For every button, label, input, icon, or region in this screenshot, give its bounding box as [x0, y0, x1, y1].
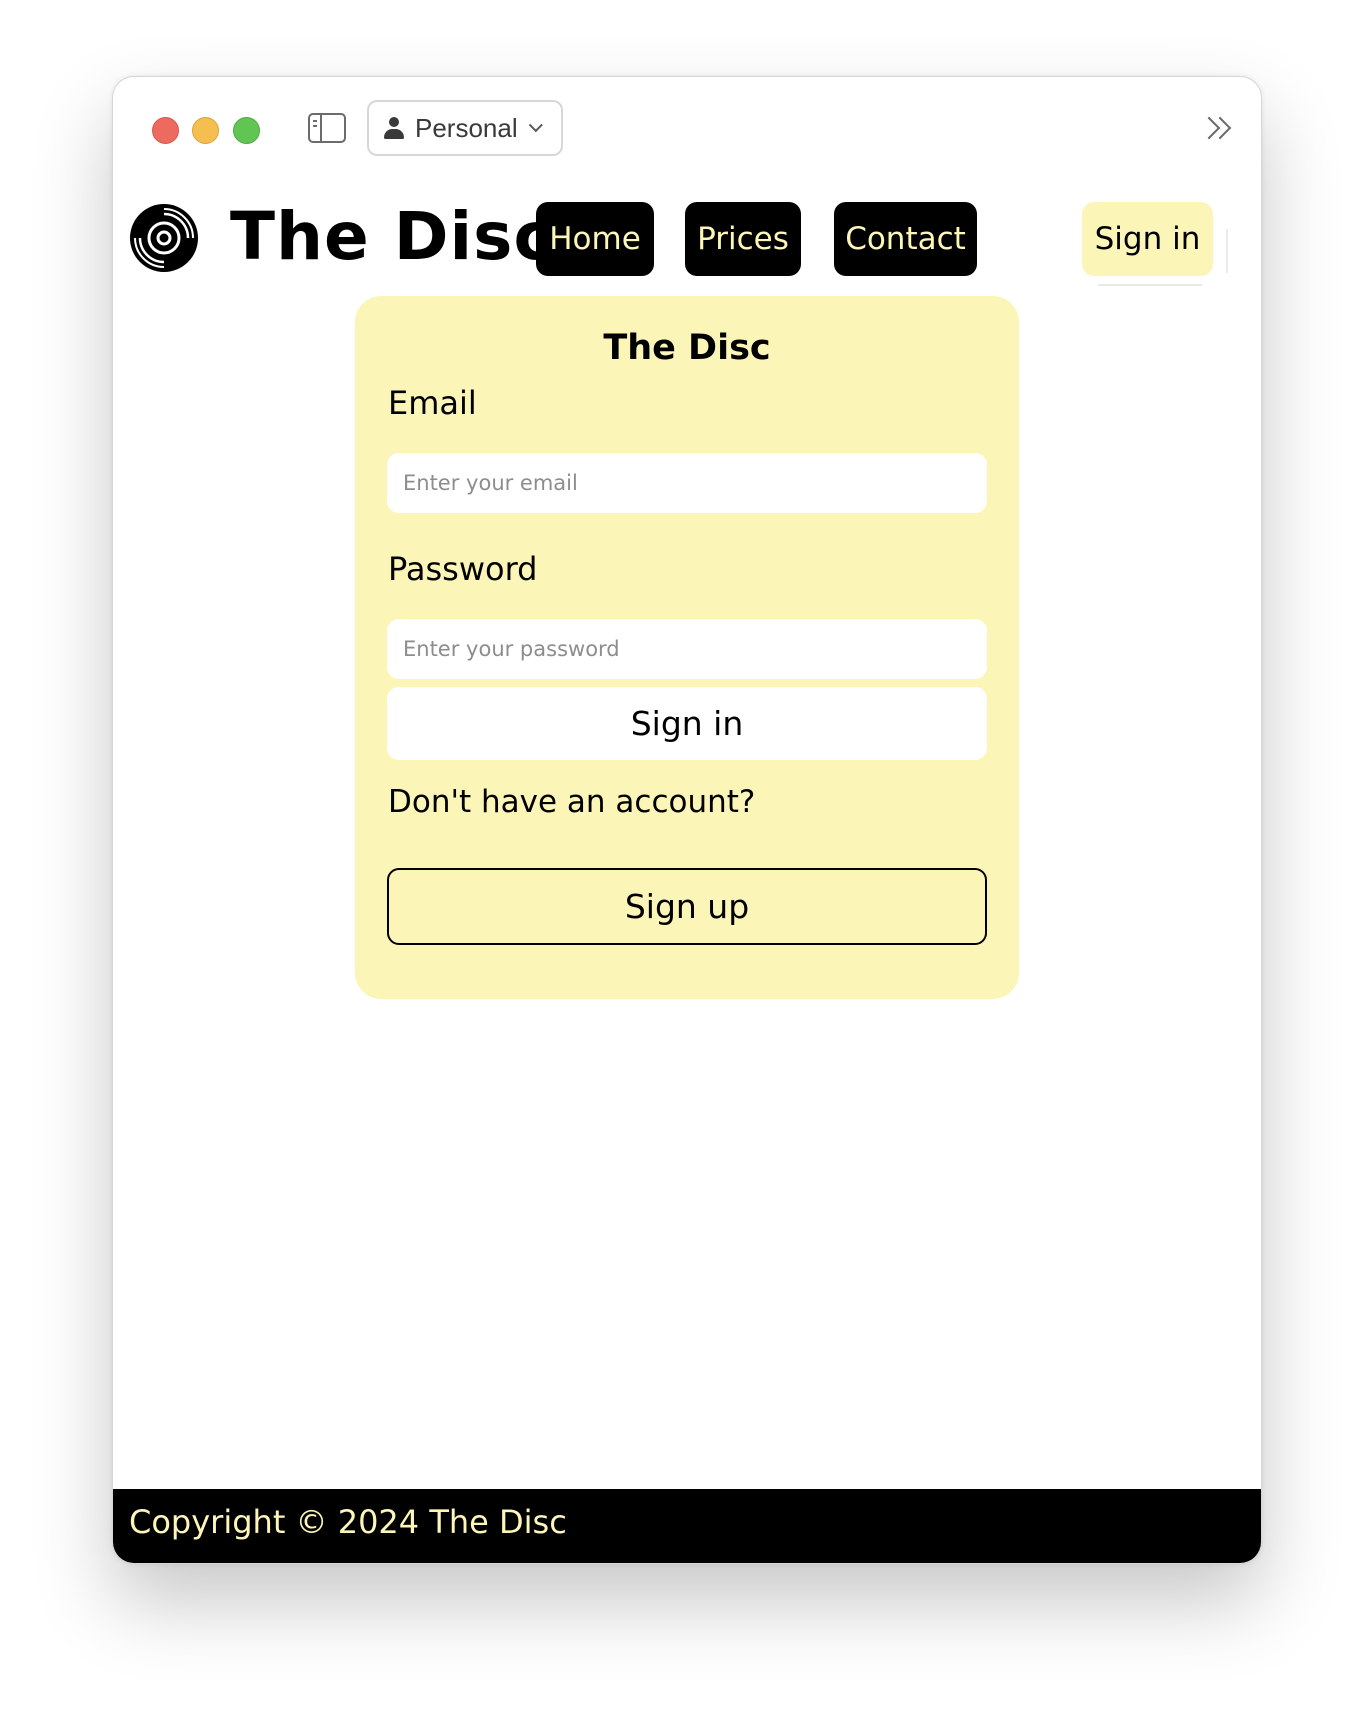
person-icon	[383, 116, 405, 140]
email-label: Email	[388, 384, 477, 422]
nav-contact-button[interactable]: Contact	[834, 202, 977, 276]
footer: Copyright © 2024 The Disc	[113, 1489, 1261, 1563]
sign-in-button[interactable]: Sign in	[387, 687, 987, 760]
nav-home-button[interactable]: Home	[536, 202, 654, 276]
password-field[interactable]	[387, 619, 987, 679]
chevron-down-icon	[528, 118, 543, 133]
minimize-window-button[interactable]	[192, 117, 219, 144]
copyright-text: Copyright © 2024 The Disc	[129, 1503, 567, 1541]
header-divider-line	[1098, 284, 1202, 286]
header-sign-in-button[interactable]: Sign in	[1082, 202, 1213, 276]
maximize-window-button[interactable]	[233, 117, 260, 144]
nav-prices-button[interactable]: Prices	[685, 202, 801, 276]
password-label: Password	[388, 550, 538, 588]
vinyl-disc-icon[interactable]	[129, 203, 199, 273]
sidebar-toggle-icon[interactable]	[308, 113, 346, 143]
email-field[interactable]	[387, 453, 987, 513]
no-account-text: Don't have an account?	[388, 784, 756, 820]
brand-title[interactable]: The Disc	[230, 195, 554, 279]
sign-up-button[interactable]: Sign up	[387, 868, 987, 945]
profile-label: Personal	[415, 112, 518, 143]
browser-window: Personal The Disc Home Prices Contact Si…	[112, 76, 1262, 1564]
card-title: The Disc	[603, 328, 771, 368]
header-divider	[1226, 229, 1228, 273]
close-window-button[interactable]	[152, 117, 179, 144]
profile-selector[interactable]: Personal	[367, 100, 563, 156]
title-bar: Personal	[113, 77, 1261, 187]
double-chevron-right-icon[interactable]	[1197, 113, 1235, 143]
sign-in-card: The Disc Email Password Sign in Don't ha…	[355, 296, 1019, 999]
